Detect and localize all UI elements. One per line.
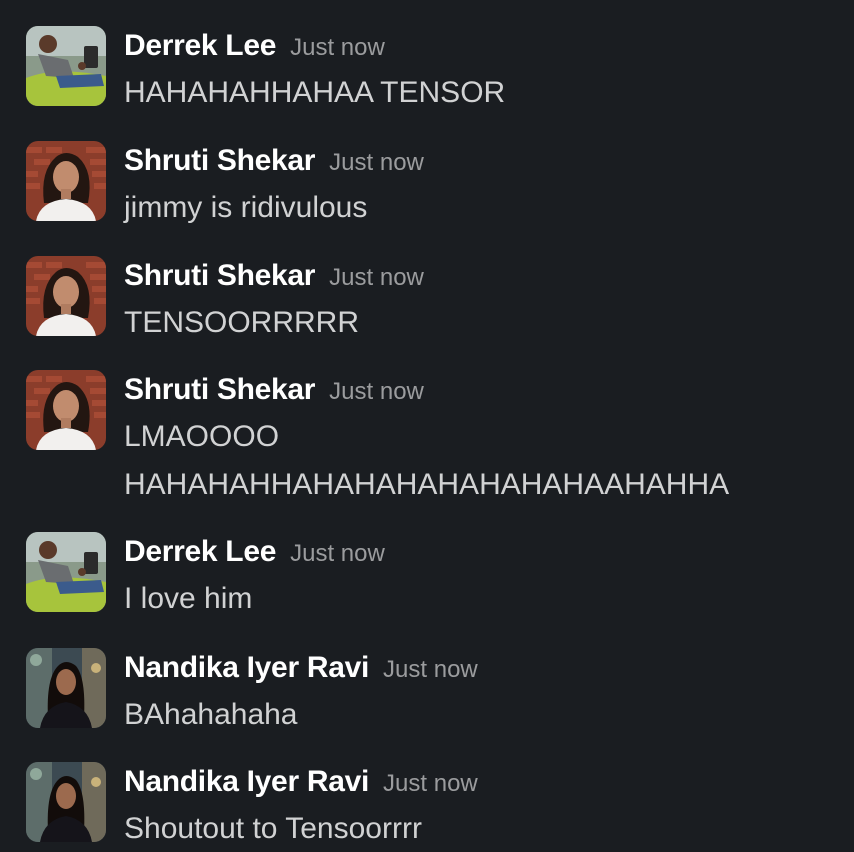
message-text: I love him: [124, 575, 252, 623]
timestamp[interactable]: Just now: [290, 540, 385, 567]
timestamp[interactable]: Just now: [383, 656, 478, 683]
message-line: HAHAHAHHAHAA TENSOR: [124, 76, 506, 109]
avatar[interactable]: [26, 532, 106, 612]
avatar[interactable]: [26, 648, 106, 728]
message-text: jimmy is ridivulous: [124, 184, 367, 232]
shruti-avatar-image: [26, 370, 106, 450]
author-name[interactable]: Shruti Shekar: [124, 144, 315, 177]
message-line: HAHAHAHHAHAHAHAHAHAHAHAAHAHHA: [124, 468, 730, 501]
message-text: TENSOORRRRR: [124, 299, 359, 347]
nandika-avatar-image: [26, 648, 106, 728]
author-name[interactable]: Derrek Lee: [124, 535, 276, 568]
message-line: TENSOORRRRR: [124, 306, 360, 339]
message-header: Shruti Shekar Just now: [124, 141, 424, 181]
message-header: Nandika Iyer Ravi Just now: [124, 762, 478, 802]
author-name[interactable]: Shruti Shekar: [124, 259, 315, 292]
author-name[interactable]: Derrek Lee: [124, 29, 276, 62]
author-name[interactable]: Nandika Iyer Ravi: [124, 651, 369, 684]
timestamp[interactable]: Just now: [329, 149, 424, 176]
message-header: Derrek Lee Just now: [124, 532, 385, 572]
message-text: HAHAHAHHAHAA TENSOR: [124, 69, 505, 117]
timestamp[interactable]: Just now: [290, 34, 385, 61]
message-item: Shruti Shekar Just now jimmy is ridivulou…: [0, 141, 854, 231]
avatar[interactable]: [26, 370, 106, 450]
message-item: Shruti Shekar Just now LMAOOOO HAHAHAHHAH…: [0, 370, 854, 510]
message-header: Shruti Shekar Just now: [124, 370, 424, 410]
author-name[interactable]: Shruti Shekar: [124, 373, 315, 406]
message-item: Nandika Iyer Ravi Just now BAhahahaha: [0, 648, 854, 738]
message-item: Derrek Lee Just now I love him: [0, 532, 854, 622]
message-item: Derrek Lee Just now HAHAHAHHAHAA TENSOR: [0, 26, 854, 116]
message-line: LMAOOOO: [124, 420, 280, 453]
timestamp[interactable]: Just now: [329, 378, 424, 405]
derrek-avatar-image: [26, 532, 106, 612]
message-header: Derrek Lee Just now: [124, 26, 385, 66]
shruti-avatar-image: [26, 256, 106, 336]
message-item: Shruti Shekar Just now TENSOORRRRR: [0, 256, 854, 346]
message-text: LMAOOOO HAHAHAHHAHAHAHAHAHAHAHAAHAHHA: [124, 413, 729, 509]
nandika-avatar-image: [26, 762, 106, 842]
avatar[interactable]: [26, 26, 106, 106]
message-item: Nandika Iyer Ravi Just now Shoutout to Te…: [0, 762, 854, 852]
message-line: I love him: [124, 582, 253, 615]
timestamp[interactable]: Just now: [383, 770, 478, 797]
message-line: Shoutout to Tensoorrrr: [124, 812, 422, 845]
message-header: Shruti Shekar Just now: [124, 256, 424, 296]
derrek-avatar-image: [26, 26, 106, 106]
message-header: Nandika Iyer Ravi Just now: [124, 648, 478, 688]
author-name[interactable]: Nandika Iyer Ravi: [124, 765, 369, 798]
avatar[interactable]: [26, 141, 106, 221]
message-text: BAhahahaha: [124, 691, 298, 739]
message-line: BAhahahaha: [124, 698, 298, 731]
message-feed: Derrek Lee Just now HAHAHAHHAHAA TENSOR: [0, 0, 854, 852]
avatar[interactable]: [26, 256, 106, 336]
message-line: jimmy is ridivulous: [124, 191, 368, 224]
timestamp[interactable]: Just now: [329, 264, 424, 291]
shruti-avatar-image: [26, 141, 106, 221]
message-text: Shoutout to Tensoorrrr: [124, 805, 422, 852]
avatar[interactable]: [26, 762, 106, 842]
